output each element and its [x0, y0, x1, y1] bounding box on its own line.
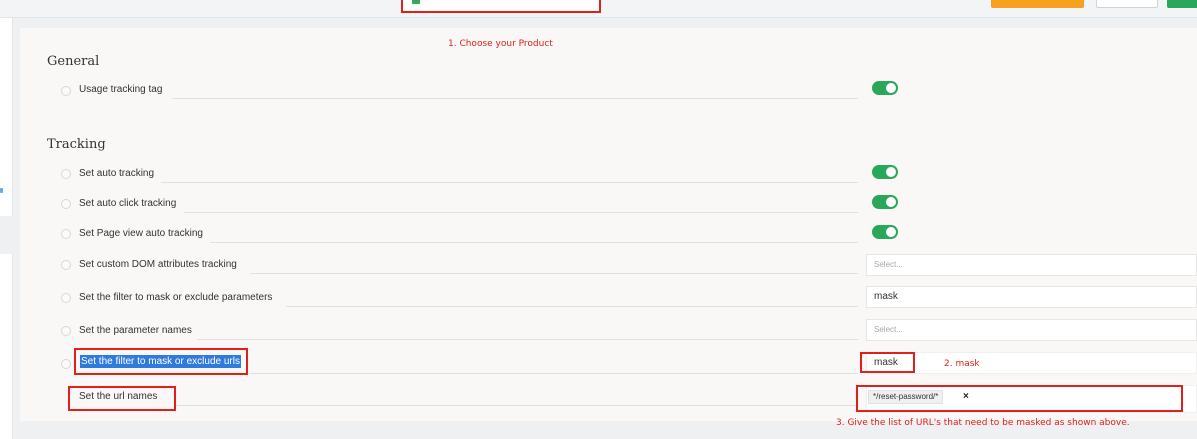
close-icon[interactable]: ×: [963, 391, 969, 403]
info-icon[interactable]: [61, 199, 71, 209]
row-label-auto-tracking: Set auto tracking: [79, 168, 155, 179]
auto-tracking-toggle[interactable]: [872, 165, 898, 179]
row-divider: [286, 306, 858, 307]
row-divider: [249, 373, 858, 374]
section-title-general: General: [47, 54, 100, 69]
url-filter-label-highlight: Set the filter to mask or exclude urls: [74, 348, 248, 375]
filter-parameters-select[interactable]: mask: [866, 286, 1197, 308]
info-icon[interactable]: [61, 359, 71, 369]
annotation-step-1: 1. Choose your Product: [448, 39, 553, 49]
row-divider: [197, 339, 858, 340]
left-sidebar: [0, 18, 13, 439]
row-divider: [250, 273, 858, 274]
row-label-auto-click-tracking: Set auto click tracking: [79, 198, 177, 209]
filter-urls-field[interactable]: [866, 352, 1197, 374]
row-label-custom-dom-attributes-tracking: Set custom DOM attributes tracking: [79, 259, 237, 270]
usage-tracking-tag-toggle[interactable]: [872, 81, 898, 95]
row-label-parameter-names: Set the parameter names: [79, 325, 192, 336]
auto-click-tracking-toggle[interactable]: [872, 195, 898, 209]
row-divider: [184, 212, 858, 213]
filter-urls-select-value[interactable]: mask: [874, 357, 898, 368]
row-label-filter-parameters: Set the filter to mask or exclude parame…: [79, 292, 273, 303]
sidebar-indicator: [0, 188, 3, 193]
info-icon[interactable]: [61, 229, 71, 239]
product-selector[interactable]: [401, 0, 601, 13]
page-view-auto-tracking-toggle[interactable]: [872, 225, 898, 239]
info-icon[interactable]: [61, 86, 71, 96]
info-icon[interactable]: [61, 293, 71, 303]
row-label-filter-urls: Set the filter to mask or exclude urls: [80, 355, 241, 368]
custom-dom-attributes-select[interactable]: Select...: [866, 254, 1197, 276]
url-name-tag: */reset-password/*: [868, 390, 944, 404]
top-bar: [0, 0, 1197, 18]
section-title-tracking: Tracking: [47, 137, 106, 152]
cancel-button[interactable]: [1096, 0, 1158, 8]
row-divider: [210, 242, 858, 243]
product-icon: [412, 0, 420, 4]
restore-default-button[interactable]: [991, 0, 1084, 8]
row-label-page-view-auto-tracking: Set Page view auto tracking: [79, 228, 203, 239]
row-label-usage-tracking-tag: Usage tracking tag: [79, 84, 163, 95]
row-divider: [172, 98, 858, 99]
save-button[interactable]: [1167, 0, 1197, 8]
info-icon[interactable]: [61, 326, 71, 336]
info-icon[interactable]: [61, 169, 71, 179]
annotation-step-3: 3. Give the list of URL's that need to b…: [836, 418, 1130, 428]
row-divider: [161, 182, 858, 183]
row-label-url-names: Set the url names: [79, 391, 158, 402]
annotation-step-2: 2. mask: [944, 359, 980, 369]
sidebar-selected-item[interactable]: [0, 216, 13, 254]
info-icon[interactable]: [61, 260, 71, 270]
row-divider: [176, 405, 858, 406]
parameter-names-select[interactable]: Select...: [866, 319, 1197, 341]
